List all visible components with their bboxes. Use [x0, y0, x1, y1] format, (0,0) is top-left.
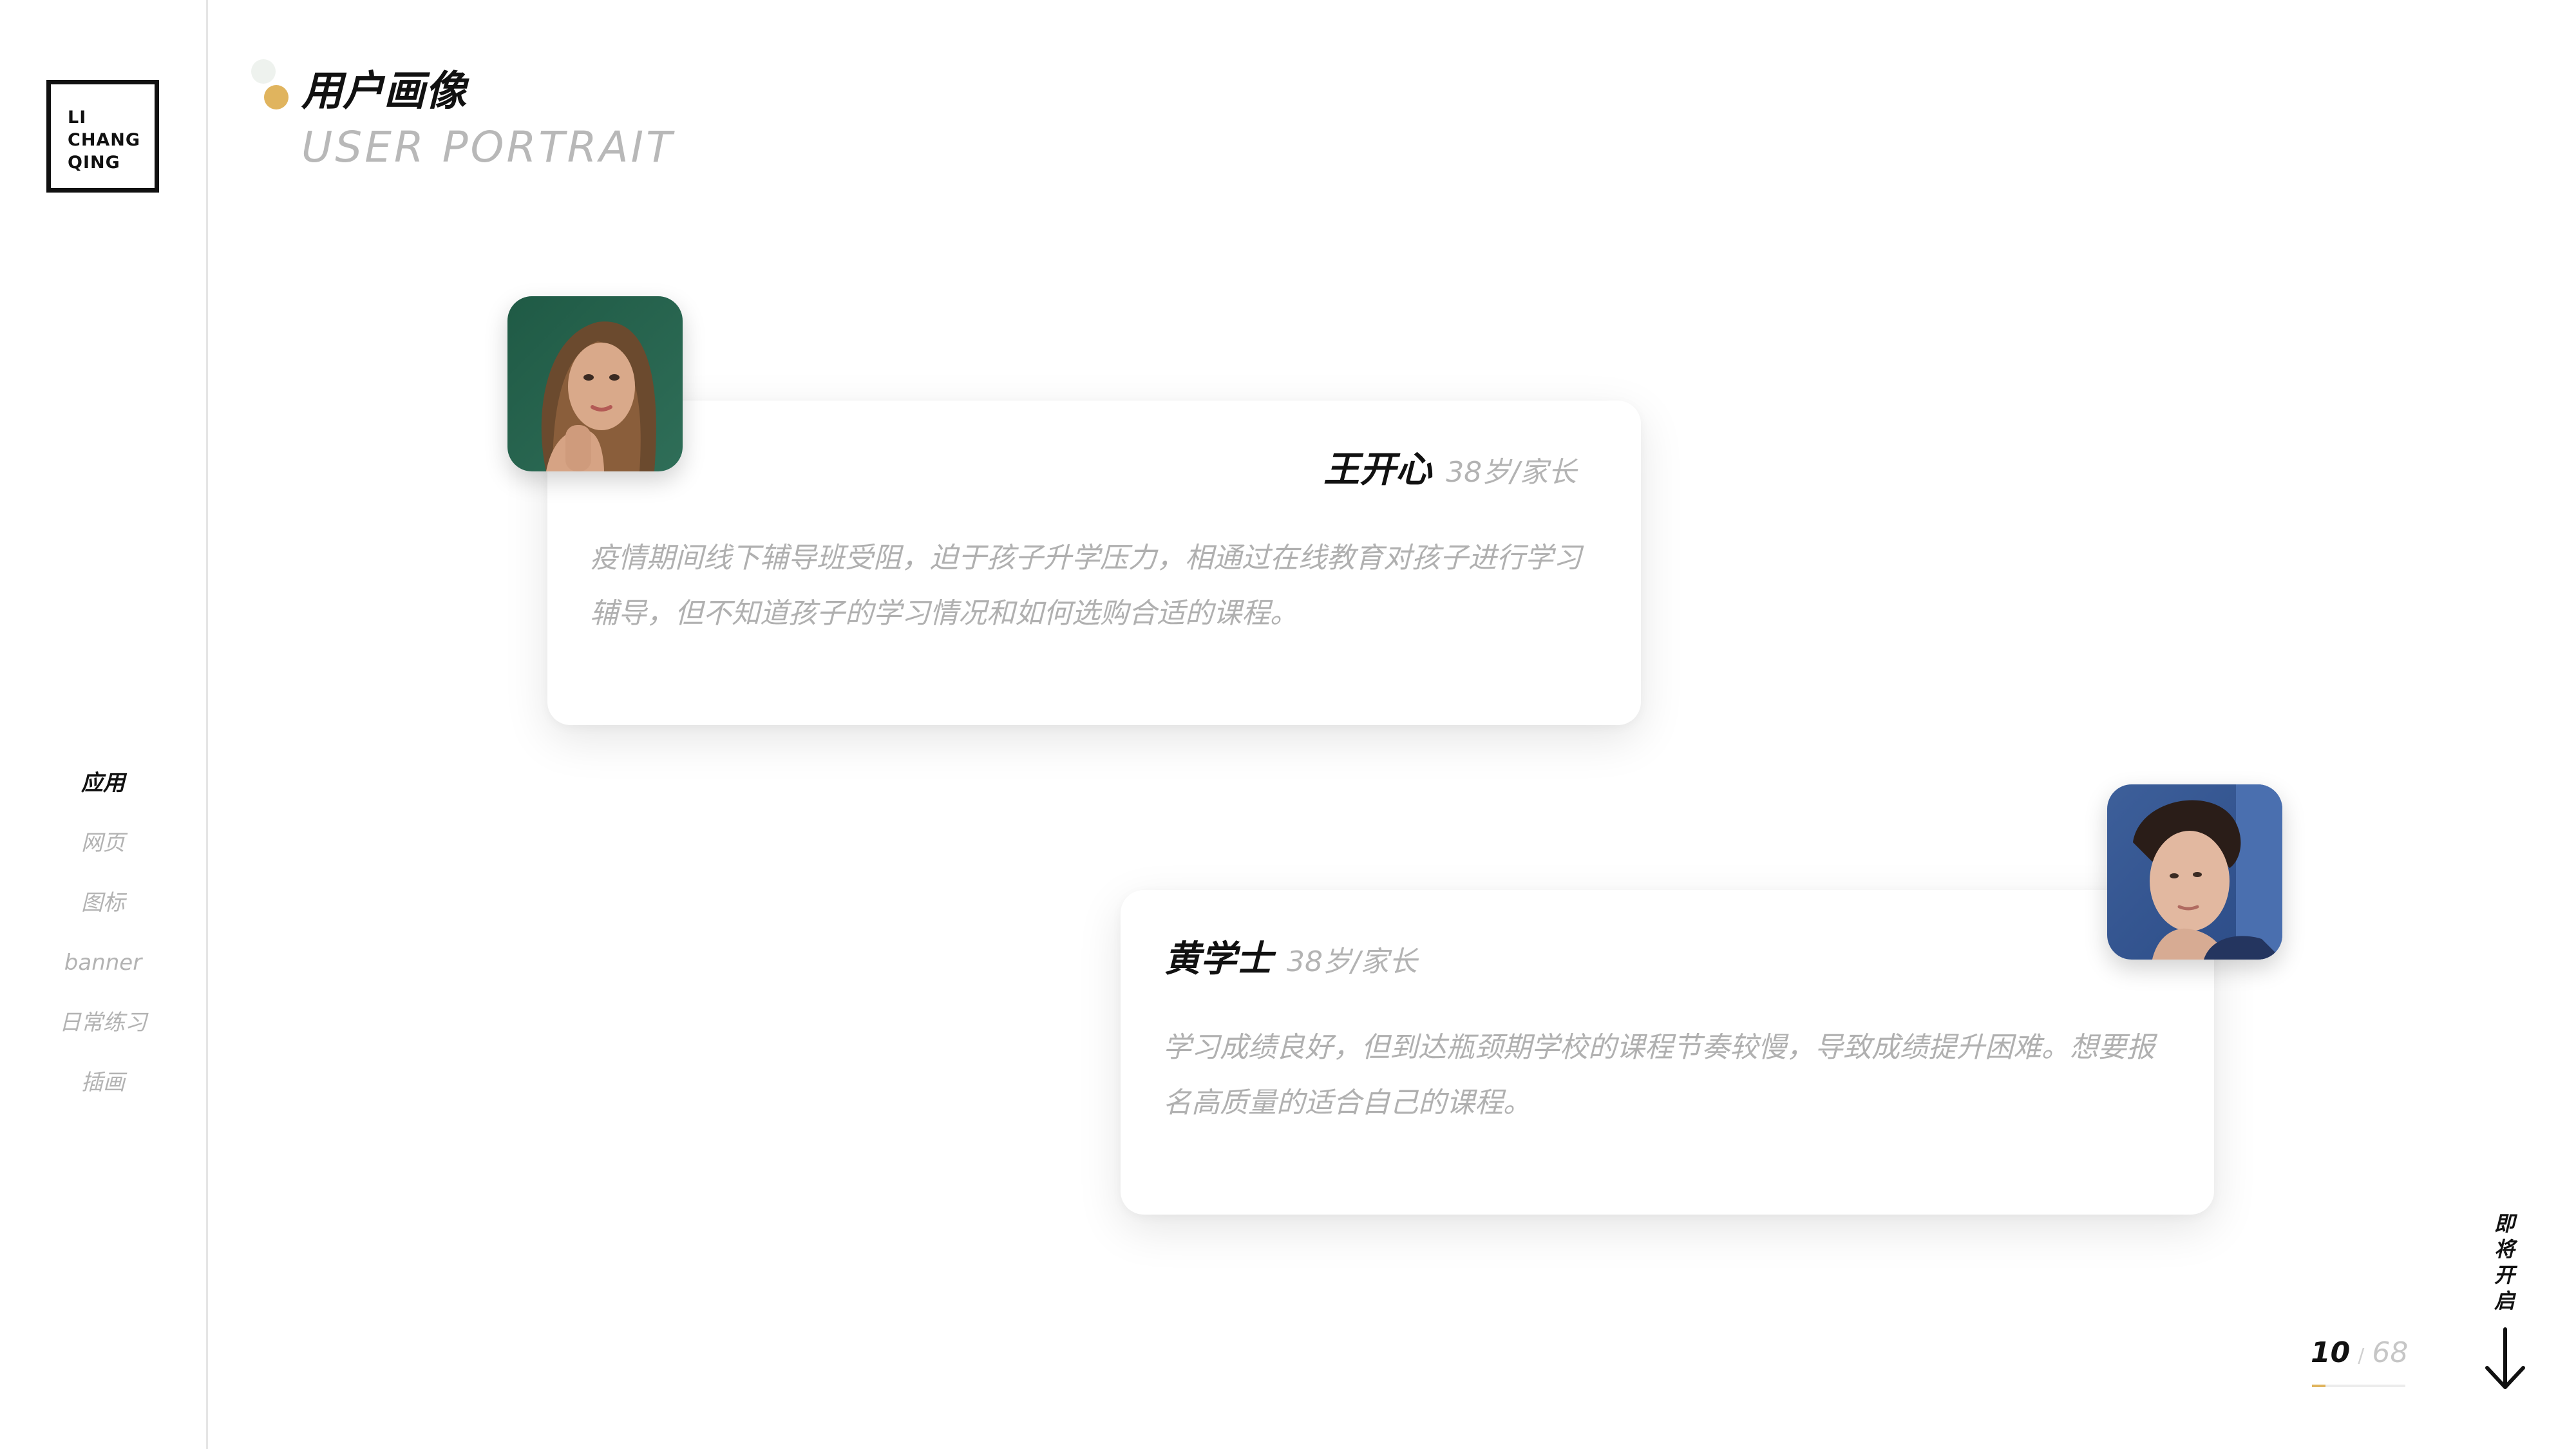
logo[interactable]: LI CHANG QING	[46, 80, 159, 193]
man-portrait-icon	[2107, 784, 2282, 960]
persona-card: 黄学士 38岁/家长 学习成绩良好，但到达瓶颈期学校的课程节奏较慢，导致成绩提升困…	[1121, 890, 2214, 1215]
page-progress-fill	[2312, 1385, 2326, 1387]
logo-line-2: CHANG	[68, 130, 141, 150]
total-pages: 68	[2372, 1336, 2409, 1369]
page-separator: /	[2358, 1345, 2365, 1367]
persona-name-row: 黄学士 38岁/家长	[1164, 930, 1417, 982]
woman-portrait-icon	[507, 296, 683, 471]
page-progress-track	[2312, 1385, 2405, 1387]
arrow-down-icon[interactable]	[2483, 1327, 2527, 1394]
sidebar-item-app[interactable]: 应用	[0, 753, 206, 813]
page-subtitle: USER PORTRAIT	[301, 122, 675, 172]
page-indicator: 10 / 68	[2311, 1336, 2408, 1369]
sidebar-item-daily-practice[interactable]: 日常练习	[0, 993, 206, 1053]
sidebar-item-banner[interactable]: banner	[0, 933, 206, 993]
title-accent-dot	[264, 85, 289, 109]
sidebar-item-web[interactable]: 网页	[0, 813, 206, 873]
persona-description: 学习成绩良好，但到达瓶颈期学校的课程节奏较慢，导致成绩提升困难。想要报名高质量的…	[1163, 1031, 2155, 1119]
persona-description: 疫情期间线下辅导班受阻，迫于孩子升学压力，相通过在线教育对孩子进行学习辅导，但不…	[590, 542, 1582, 630]
persona-meta: 38岁/家长	[1287, 945, 1417, 978]
avatar	[2107, 784, 2282, 960]
title-decoration-shadow	[251, 59, 276, 84]
current-page: 10	[2311, 1336, 2351, 1369]
logo-line-1: LI	[68, 108, 87, 128]
sidebar-nav: 应用 网页 图标 banner 日常练习 插画	[0, 753, 206, 1113]
avatar	[507, 296, 683, 471]
sidebar: LI CHANG QING 应用 网页 图标 banner 日常练习 插画	[0, 0, 208, 1449]
persona-meta: 38岁/家长	[1446, 456, 1577, 489]
sidebar-item-icons[interactable]: 图标	[0, 873, 206, 933]
persona-name: 黄学士	[1164, 938, 1273, 980]
logo-line-3: QING	[68, 153, 120, 173]
persona-card: 王开心 38岁/家长 疫情期间线下辅导班受阻，迫于孩子升学压力，相通过在线教育对孩…	[547, 401, 1641, 725]
sidebar-item-illustration[interactable]: 插画	[0, 1053, 206, 1113]
coming-soon-label: 即将开启	[2494, 1211, 2515, 1313]
page-title: 用户画像	[301, 68, 466, 115]
persona-name: 王开心	[1323, 449, 1432, 491]
page: LI CHANG QING 应用 网页 图标 banner 日常练习 插画 用户…	[0, 0, 2576, 1449]
persona-name-row: 王开心 38岁/家长	[1323, 440, 1577, 493]
